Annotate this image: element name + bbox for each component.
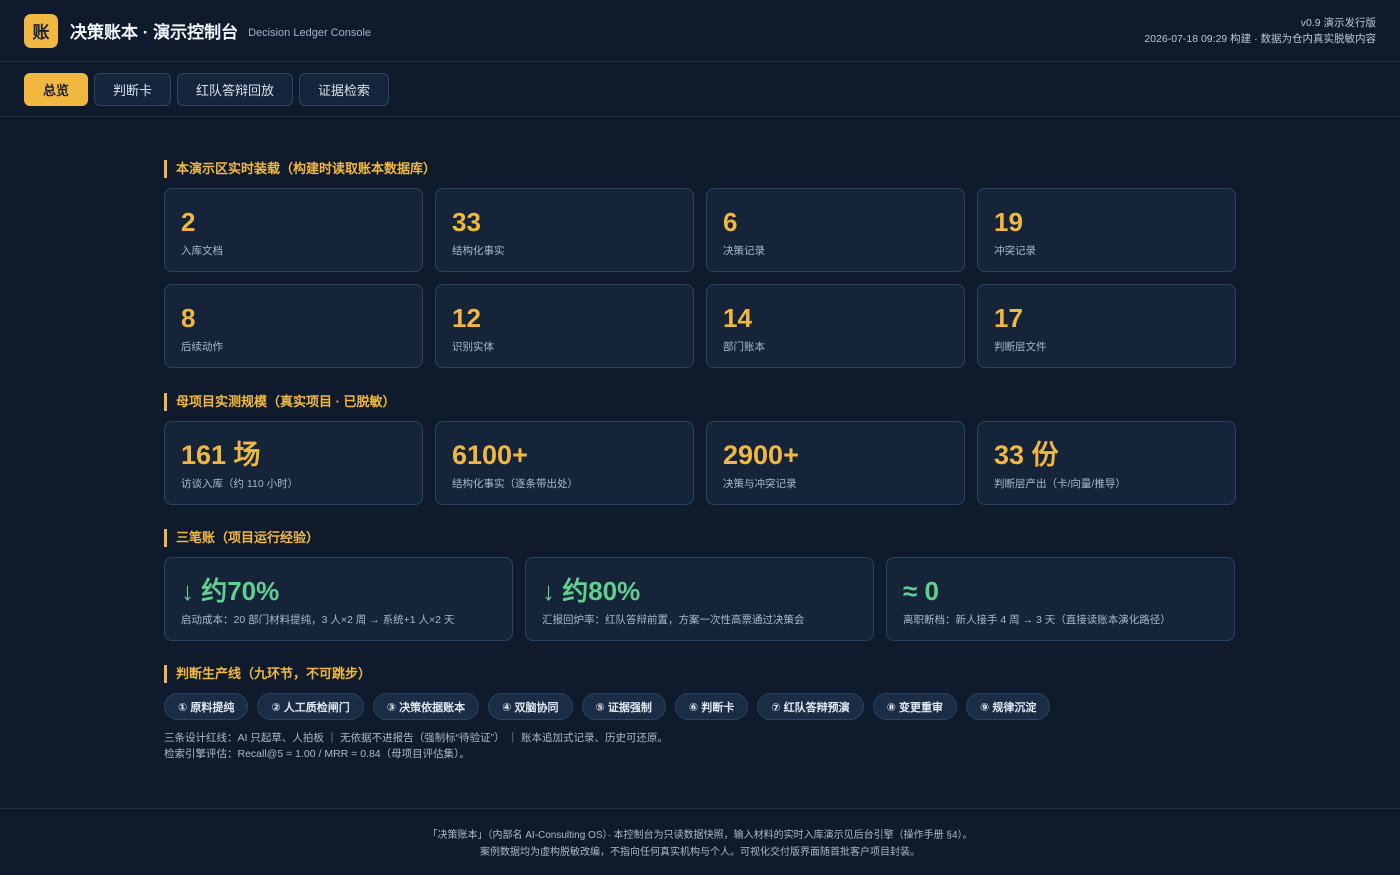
scale-value: 161 场: [181, 440, 261, 470]
pipeline-step-1[interactable]: ① 原料提纯: [164, 693, 249, 720]
tab-judgment-cards[interactable]: 判断卡: [94, 72, 172, 106]
footer-line-2: 案例数据均为虚构脱敏改编，不指向任何真实机构与个人。可视化交付版界面随首批客户项…: [480, 847, 920, 858]
stat-value: 33: [452, 207, 481, 237]
stat-label: 结构化事实: [452, 245, 505, 257]
top-bar: 账 决策账本 · 演示控制台 Decision Ledger Console v…: [0, 0, 1400, 62]
stat-card: 2 入库文档: [164, 188, 423, 272]
scale-label: 结构化事实（逐条带出处）: [452, 478, 578, 490]
scale-card: 33 份判断层产出（卡/向量/推导）: [977, 421, 1236, 505]
scale-value: 2900+: [723, 440, 799, 470]
app-logo: 账: [24, 13, 58, 48]
stat-label: 决策记录: [723, 245, 765, 257]
stat-card: 12 识别实体: [435, 284, 694, 368]
ledger-cards-grid: ↓ 约70% 启动成本：20 部门材料提纯，3 人×2 周 → 系统+1 人×2 …: [164, 557, 1236, 641]
stat-value: 14: [723, 303, 752, 333]
stat-card: 19 冲突记录: [977, 188, 1236, 272]
ledger-label: 汇报回炉率：红队答辩前置，方案一次性高票通过决策会: [542, 614, 805, 626]
stat-card: 14 部门账本: [706, 284, 965, 368]
tab-red-team-replay[interactable]: 红队答辩回放: [177, 72, 294, 106]
tab-evidence-search[interactable]: 证据检索: [299, 72, 390, 106]
tab-overview[interactable]: 总览: [24, 72, 89, 106]
version-label: v0.9 演示发行版: [1300, 17, 1376, 29]
app-title: 决策账本 · 演示控制台: [70, 23, 239, 42]
stat-label: 识别实体: [452, 341, 494, 353]
app-subtitle: Decision Ledger Console: [248, 26, 372, 39]
live-stats-grid: 2 入库文档 33 结构化事实 6 决策记录 19 冲突记录 8 后续动作 12 识别实体 …: [164, 188, 1236, 368]
ledger-card: ≈ 0 离职断档：新人接手 4 周 → 3 天（直接读账本演化路径）: [886, 557, 1235, 641]
stat-value: 8: [181, 303, 196, 333]
pipeline-steps: ① 原料提纯 ② 人工质检闸门 ③ 决策依据账本 ④ 双脑协同 ⑤ 证据强制 ⑥…: [164, 693, 1051, 720]
pipeline-step-5[interactable]: ⑤ 证据强制: [581, 693, 666, 720]
scale-card: 6100+ 结构化事实（逐条带出处）: [435, 421, 694, 505]
section-title-live: 本演示区实时装载（构建时读取账本数据库）: [164, 160, 436, 178]
stat-value: 19: [994, 207, 1023, 237]
stat-value: 6: [723, 207, 738, 237]
ledger-value: ↓ 约80%: [542, 576, 641, 606]
pipeline-step-6[interactable]: ⑥ 判断卡: [674, 693, 749, 720]
pipeline-step-7[interactable]: ⑦ 红队答辩预演: [757, 693, 864, 720]
stat-card: 33 结构化事实: [435, 188, 694, 272]
build-info-block: v0.9 演示发行版 2026-07-18 09:29 构建 · 数据为仓内真实…: [1144, 15, 1376, 47]
scale-value: 33 份: [994, 440, 1059, 470]
ledger-value: ↓ 约70%: [181, 576, 280, 606]
footer-line-1: 「决策账本」（内部名 AI-Consulting OS）· 本控制台为只读数据快…: [427, 830, 973, 841]
stat-value: 2: [181, 207, 196, 237]
pipeline-step-9[interactable]: ⑨ 规律沉淀: [966, 693, 1051, 720]
pipeline-step-4[interactable]: ④ 双脑协同: [488, 693, 573, 720]
ledger-card: ↓ 约80% 汇报回炉率：红队答辩前置，方案一次性高票通过决策会: [525, 557, 874, 641]
ledger-card: ↓ 约70% 启动成本：20 部门材料提纯，3 人×2 周 → 系统+1 人×2 …: [164, 557, 513, 641]
stat-card: 8 后续动作: [164, 284, 423, 368]
tab-bar: 总览 判断卡 红队答辩回放 证据检索: [0, 62, 1400, 117]
stat-label: 后续动作: [181, 341, 223, 353]
pipeline-notes: 三条设计红线：AI 只起草、人拍板 ｜ 无依据不进报告（强制标“待验证”） ｜ …: [164, 730, 668, 762]
design-redlines-note: 三条设计红线：AI 只起草、人拍板 ｜ 无依据不进报告（强制标“待验证”） ｜ …: [164, 732, 668, 744]
scale-card: 2900+ 决策与冲突记录: [706, 421, 965, 505]
stat-value: 12: [452, 303, 481, 333]
build-info: 2026-07-18 09:29 构建 · 数据为仓内真实脱敏内容: [1144, 33, 1376, 45]
section-title-ledgers: 三笔账（项目运行经验）: [164, 529, 319, 547]
stat-value: 17: [994, 303, 1023, 333]
ledger-label: 离职断档：新人接手 4 周 → 3 天（直接读账本演化路径）: [903, 614, 1171, 626]
stat-label: 部门账本: [723, 341, 765, 353]
pipeline-step-8[interactable]: ⑧ 变更重审: [872, 693, 957, 720]
stat-label: 冲突记录: [994, 245, 1036, 257]
pipeline-step-3[interactable]: ③ 决策依据账本: [372, 693, 480, 720]
scale-stats-grid: 161 场访谈入库（约 110 小时） 6100+ 结构化事实（逐条带出处） 29…: [164, 421, 1236, 505]
scale-label: 判断层产出（卡/向量/推导）: [994, 478, 1126, 490]
stat-label: 入库文档: [181, 245, 223, 257]
scale-label: 决策与冲突记录: [723, 478, 797, 490]
scale-card: 161 场访谈入库（约 110 小时）: [164, 421, 423, 505]
ledger-label: 启动成本：20 部门材料提纯，3 人×2 周 → 系统+1 人×2 天: [181, 614, 455, 626]
stat-card: 17 判断层文件: [977, 284, 1236, 368]
section-title-pipeline: 判断生产线（九环节，不可跳步）: [164, 665, 371, 683]
scale-value: 6100+: [452, 440, 528, 470]
footer: 「决策账本」（内部名 AI-Consulting OS）· 本控制台为只读数据快…: [0, 808, 1400, 875]
retrieval-eval-note: 检索引擎评估：Recall@5 = 1.00 / MRR = 0.84（母项目评…: [164, 748, 470, 760]
stat-label: 判断层文件: [994, 341, 1047, 353]
section-title-scale: 母项目实测规模（真实项目 · 已脱敏）: [164, 393, 396, 411]
pipeline-step-2[interactable]: ② 人工质检闸门: [257, 693, 364, 720]
scale-label: 访谈入库（约 110 小时）: [181, 478, 299, 490]
stat-card: 6 决策记录: [706, 188, 965, 272]
ledger-value: ≈ 0: [903, 576, 939, 606]
